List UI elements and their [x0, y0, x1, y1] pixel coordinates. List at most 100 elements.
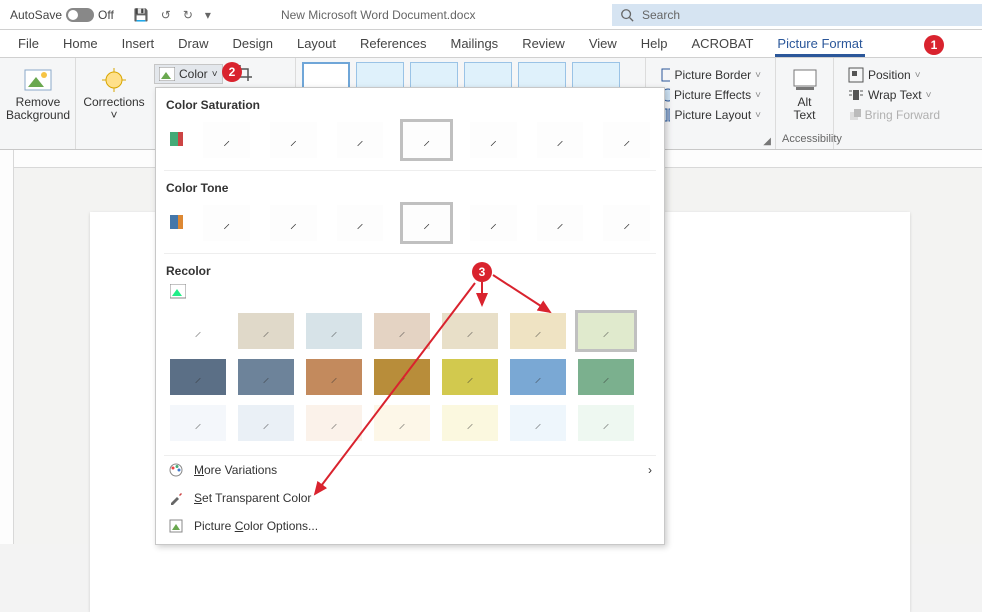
tone-swatch[interactable]: ⸝ [270, 205, 317, 241]
saturation-swatches: ⸝ ⸝ ⸝ ⸝ ⸝ ⸝ ⸝ [156, 118, 664, 170]
tone-swatch[interactable]: ⸝ [470, 205, 517, 241]
autosave-toggle[interactable]: AutoSave Off [0, 8, 124, 22]
wrap-text-button[interactable]: Wrap Text˅ [846, 86, 942, 104]
tab-home[interactable]: Home [51, 30, 110, 57]
tone-swatch[interactable]: ⸝ [537, 205, 584, 241]
recolor-swatch[interactable]: ⸝ [170, 359, 226, 395]
recolor-swatch[interactable]: ⸝ [442, 405, 498, 441]
recolor-swatch[interactable]: ⸝ [306, 359, 362, 395]
saturation-swatch[interactable]: ⸝ [270, 122, 317, 158]
saturation-swatch[interactable]: ⸝ [603, 122, 650, 158]
options-icon [168, 518, 184, 534]
recolor-swatch[interactable]: ⸝ [374, 313, 430, 349]
remove-background-icon [24, 69, 52, 91]
quick-access-toolbar: 💾 ↺ ↻ ▾ [124, 8, 221, 22]
tab-help[interactable]: Help [629, 30, 680, 57]
recolor-swatch[interactable]: ⸝ [170, 405, 226, 441]
tab-design[interactable]: Design [221, 30, 285, 57]
color-icon [159, 67, 175, 81]
tab-draw[interactable]: Draw [166, 30, 220, 57]
alt-text-button[interactable]: AltText [782, 62, 827, 122]
recolor-swatch[interactable]: ⸝ [238, 405, 294, 441]
search-input[interactable]: Search [612, 4, 982, 26]
tab-acrobat[interactable]: ACROBAT [680, 30, 766, 57]
color-dropdown-panel: Color Saturation ⸝ ⸝ ⸝ ⸝ ⸝ ⸝ ⸝ Color Ton… [155, 87, 665, 545]
recolor-swatch[interactable]: ⸝ [306, 405, 362, 441]
chevron-down-icon: ˅ [755, 70, 761, 81]
chevron-down-icon: ˅ [926, 90, 932, 101]
recolor-swatch[interactable]: ⸝ [238, 359, 294, 395]
bring-forward-icon [848, 107, 861, 123]
tab-picture-format[interactable]: Picture Format [765, 30, 874, 57]
tab-file[interactable]: File [6, 30, 51, 57]
tab-view[interactable]: View [577, 30, 629, 57]
recolor-swatch[interactable]: ⸝ [374, 359, 430, 395]
picture-border-button[interactable]: Picture Border˅ [658, 66, 763, 84]
vertical-ruler[interactable] [0, 150, 14, 544]
picture-color-options-menuitem[interactable]: Picture Color Options... [156, 512, 664, 540]
recolor-swatch[interactable]: ⸝ [170, 313, 226, 349]
saturation-swatch[interactable]: ⸝ [337, 122, 384, 158]
tab-review[interactable]: Review [510, 30, 577, 57]
recolor-swatch[interactable]: ⸝ [578, 313, 634, 349]
search-icon [620, 8, 634, 22]
picture-effects-button[interactable]: Picture Effects˅ [658, 86, 763, 104]
tone-swatch[interactable]: ⸝ [603, 205, 650, 241]
dialog-launcher-icon[interactable]: ◢ [763, 136, 771, 147]
picture-layout-button[interactable]: Picture Layout˅ [658, 106, 763, 124]
search-placeholder: Search [642, 8, 680, 22]
recolor-swatch[interactable]: ⸝ [510, 359, 566, 395]
recolor-swatch[interactable]: ⸝ [510, 313, 566, 349]
title-bar: AutoSave Off 💾 ↺ ↻ ▾ New Microsoft Word … [0, 0, 982, 30]
group-accessibility: AltText Accessibility [776, 58, 834, 149]
accessibility-group-label: Accessibility [782, 133, 827, 147]
toggle-off-icon [66, 8, 94, 22]
recolor-indicator-icon [170, 284, 186, 300]
tab-mailings[interactable]: Mailings [439, 30, 511, 57]
tone-swatch[interactable]: ⸝ [337, 205, 384, 241]
undo-icon[interactable]: ↺ [161, 8, 171, 22]
autosave-state: Off [98, 8, 114, 22]
tone-indicator-icon [170, 215, 183, 231]
eyedropper-icon [168, 490, 184, 506]
saturation-swatch[interactable]: ⸝ [470, 122, 517, 158]
tab-insert[interactable]: Insert [110, 30, 167, 57]
saturation-swatch[interactable]: ⸝ [537, 122, 584, 158]
qat-dropdown-icon[interactable]: ▾ [205, 8, 211, 22]
chevron-right-icon: › [648, 463, 652, 477]
tone-swatch[interactable]: ⸝ [203, 205, 250, 241]
remove-background-button[interactable]: RemoveBackground [6, 62, 70, 122]
redo-icon[interactable]: ↻ [183, 8, 193, 22]
group-background: RemoveBackground [0, 58, 76, 149]
recolor-swatch-grid: ⸝ ⸝ ⸝ ⸝ ⸝ ⸝ ⸝ ⸝ ⸝ ⸝ ⸝ ⸝ ⸝ ⸝ ⸝ ⸝ ⸝ ⸝ ⸝ ⸝ ⸝ [156, 307, 664, 455]
recolor-title: Recolor [156, 254, 664, 284]
color-dropdown-button[interactable]: Color ˅ [154, 64, 223, 84]
position-button[interactable]: Position˅ [846, 66, 942, 84]
recolor-swatch[interactable]: ⸝ [306, 313, 362, 349]
saturation-swatch[interactable]: ⸝ [203, 122, 250, 158]
recolor-swatch[interactable]: ⸝ [578, 359, 634, 395]
corrections-button[interactable]: Corrections˅ [82, 62, 146, 122]
recolor-swatch[interactable]: ⸝ [374, 405, 430, 441]
tone-swatches: ⸝ ⸝ ⸝ ⸝ ⸝ ⸝ ⸝ [156, 201, 664, 253]
document-title: New Microsoft Word Document.docx [281, 8, 476, 22]
recolor-swatch[interactable]: ⸝ [442, 313, 498, 349]
chevron-down-icon: ˅ [755, 90, 761, 101]
position-icon [848, 67, 864, 83]
chevron-down-icon: ˅ [755, 110, 761, 121]
tone-swatch[interactable]: ⸝ [403, 205, 450, 241]
save-icon[interactable]: 💾 [134, 8, 149, 22]
recolor-swatch[interactable]: ⸝ [510, 405, 566, 441]
alt-text-label: AltText [793, 96, 815, 122]
more-variations-menuitem[interactable]: More Variations › [156, 456, 664, 484]
tab-layout[interactable]: Layout [285, 30, 348, 57]
recolor-swatch[interactable]: ⸝ [442, 359, 498, 395]
tab-references[interactable]: References [348, 30, 438, 57]
saturation-indicator-icon [170, 132, 183, 148]
recolor-swatch[interactable]: ⸝ [238, 313, 294, 349]
chevron-down-icon: ˅ [212, 69, 218, 80]
set-transparent-color-menuitem[interactable]: Set Transparent Color [156, 484, 664, 512]
saturation-swatch[interactable]: ⸝ [403, 122, 450, 158]
bring-forward-button: Bring Forward [846, 106, 942, 124]
recolor-swatch[interactable]: ⸝ [578, 405, 634, 441]
